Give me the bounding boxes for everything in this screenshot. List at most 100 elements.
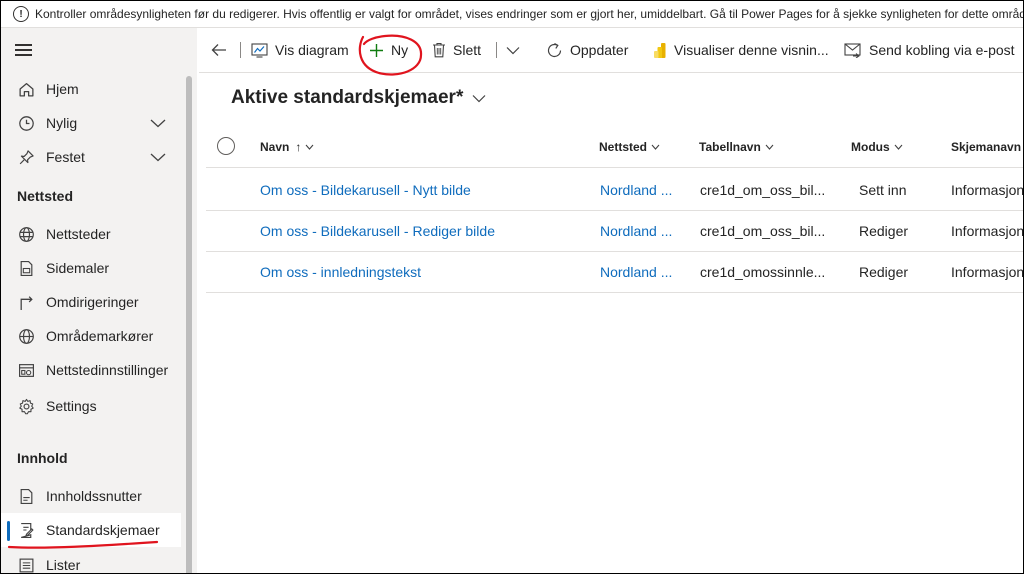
vis-diagram-button[interactable]: Vis diagram bbox=[251, 28, 349, 72]
email-link-icon bbox=[844, 42, 862, 58]
sidebar-item-label: Innholdssnutter bbox=[46, 488, 142, 504]
section-title-innhold: Innhold bbox=[17, 450, 68, 466]
column-header-label: Modus bbox=[851, 140, 890, 154]
sidebar-item-label: Nylig bbox=[46, 115, 78, 131]
sidebar-item-label: Lister bbox=[46, 557, 81, 573]
column-header-label: Navn bbox=[260, 140, 290, 154]
delete-label: Slett bbox=[453, 42, 482, 58]
notice-text: Kontroller områdesynligheten før du redi… bbox=[35, 7, 1023, 21]
sidebar-item-label: Settings bbox=[46, 398, 97, 414]
cell-skjemanavn: Informasjon bbox=[951, 222, 1023, 239]
back-button[interactable] bbox=[211, 28, 234, 72]
cell-modus: Rediger bbox=[859, 222, 909, 239]
sidebar-item-nylig[interactable]: Nylig bbox=[1, 106, 181, 140]
view-selector[interactable]: Aktive standardskjemaer* bbox=[231, 87, 486, 109]
refresh-icon bbox=[546, 42, 563, 59]
sidebar-item-festet[interactable]: Festet bbox=[1, 140, 181, 174]
grid-header: Navn ↑ Nettsted Tabellnavn Modus Skjeman… bbox=[206, 127, 1023, 168]
sidebar-item-omdirigeringer[interactable]: Omdirigeringer bbox=[1, 285, 181, 319]
sort-ascending-icon: ↑ bbox=[295, 140, 302, 154]
sidebar-item-settings[interactable]: Settings bbox=[1, 389, 181, 423]
column-header-nettsted[interactable]: Nettsted bbox=[599, 127, 660, 167]
power-bi-icon bbox=[653, 42, 667, 59]
select-all-checkbox[interactable] bbox=[217, 137, 235, 155]
pin-icon bbox=[17, 148, 35, 166]
list-icon bbox=[17, 556, 35, 573]
chevron-down-icon bbox=[506, 46, 520, 55]
sidebar-item-label: Områdemarkører bbox=[46, 328, 154, 344]
view-title: Aktive standardskjemaer* bbox=[231, 87, 464, 108]
command-bar: Vis diagram Ny Slett Oppdater Visualiser… bbox=[199, 28, 1023, 73]
new-button[interactable]: Ny bbox=[369, 28, 408, 72]
redirect-icon bbox=[17, 293, 35, 311]
page-template-icon bbox=[17, 259, 35, 277]
plus-icon bbox=[369, 43, 384, 58]
chevron-down-icon bbox=[472, 94, 486, 103]
cell-nettsted[interactable]: Nordland ... bbox=[600, 169, 690, 210]
annotation-underline bbox=[7, 540, 159, 549]
visualize-view-button[interactable]: Visualiser denne visnin... bbox=[653, 28, 829, 72]
column-header-tabellnavn[interactable]: Tabellnavn bbox=[699, 127, 774, 167]
form-icon bbox=[17, 521, 35, 539]
column-header-modus[interactable]: Modus bbox=[851, 127, 903, 167]
cell-nettsted[interactable]: Nordland ... bbox=[600, 251, 690, 292]
table-row[interactable]: Om oss - Bildekarusell - Nytt bilde Nord… bbox=[206, 169, 1023, 211]
sidebar-item-label: Nettsteder bbox=[46, 226, 111, 242]
cell-nettsted[interactable]: Nordland ... bbox=[600, 210, 690, 251]
email-link-label: Send kobling via e-post bbox=[869, 42, 1015, 58]
table-row[interactable]: Om oss - Bildekarusell - Rediger bilde N… bbox=[206, 210, 1023, 252]
site-settings-icon bbox=[17, 361, 35, 379]
sidebar-item-nettstedinnstillinger[interactable]: Nettstedinnstillinger bbox=[1, 353, 181, 387]
column-header-navn[interactable]: Navn ↑ bbox=[260, 127, 314, 167]
delete-button[interactable]: Slett bbox=[432, 28, 481, 72]
sidebar-item-label: Festet bbox=[46, 149, 85, 165]
command-separator bbox=[240, 42, 241, 58]
email-link-button[interactable]: Send kobling via e-post bbox=[844, 28, 1015, 72]
sidebar-item-label: Hjem bbox=[46, 81, 79, 97]
globe-icon bbox=[17, 225, 35, 243]
cell-navn[interactable]: Om oss - Bildekarusell - Nytt bilde bbox=[260, 169, 590, 210]
cell-navn[interactable]: Om oss - innledningstekst bbox=[260, 251, 590, 292]
sidebar-item-hjem[interactable]: Hjem bbox=[1, 72, 181, 106]
trash-icon bbox=[432, 42, 446, 58]
sidebar-item-omrademarkorer[interactable]: Områdemarkører bbox=[1, 319, 181, 353]
cell-tabellnavn: cre1d_omossinnle... bbox=[700, 263, 826, 280]
sidebar-item-nettsteder[interactable]: Nettsteder bbox=[1, 217, 181, 251]
visibility-notice-bar: ! Kontroller områdesynligheten før du re… bbox=[1, 1, 1023, 28]
chevron-down-icon[interactable] bbox=[149, 152, 167, 162]
sidebar-item-sidemaler[interactable]: Sidemaler bbox=[1, 251, 181, 285]
chevron-down-icon[interactable] bbox=[149, 118, 167, 128]
app-frame: ! Kontroller områdesynligheten før du re… bbox=[0, 0, 1024, 574]
more-commands-button[interactable] bbox=[506, 28, 527, 72]
sidebar-nav: Hjem Nylig Festet Nettsted Nettsteder Si… bbox=[1, 28, 197, 573]
chevron-down-icon bbox=[894, 144, 903, 150]
cell-tabellnavn: cre1d_om_oss_bil... bbox=[700, 181, 826, 198]
refresh-label: Oppdater bbox=[570, 42, 629, 58]
column-header-label: Tabellnavn bbox=[699, 140, 761, 154]
visualize-view-label: Visualiser denne visnin... bbox=[674, 42, 829, 58]
chevron-down-icon bbox=[651, 144, 660, 150]
snippet-icon bbox=[17, 487, 35, 505]
sidebar-scrollbar[interactable] bbox=[186, 76, 192, 573]
column-header-skjemanavn[interactable]: Skjemanavn bbox=[951, 127, 1023, 167]
info-icon: ! bbox=[13, 6, 29, 22]
clock-icon bbox=[17, 114, 35, 132]
chevron-down-icon bbox=[765, 144, 774, 150]
cell-navn[interactable]: Om oss - Bildekarusell - Rediger bilde bbox=[260, 210, 590, 251]
sidebar-item-label: Sidemaler bbox=[46, 260, 110, 276]
column-header-label: Skjemanavn bbox=[951, 140, 1022, 154]
column-header-label: Nettsted bbox=[599, 140, 648, 154]
hamburger-menu-icon[interactable] bbox=[15, 42, 33, 56]
cell-tabellnavn: cre1d_om_oss_bil... bbox=[700, 222, 826, 239]
sidebar-item-innholdssnutter[interactable]: Innholdssnutter bbox=[1, 479, 181, 513]
sidebar-item-label: Omdirigeringer bbox=[46, 294, 139, 310]
table-row[interactable]: Om oss - innledningstekst Nordland ... c… bbox=[206, 251, 1023, 293]
refresh-button[interactable]: Oppdater bbox=[546, 28, 628, 72]
back-arrow-icon bbox=[211, 43, 227, 57]
home-icon bbox=[17, 80, 35, 98]
sidebar-item-label: Nettstedinnstillinger bbox=[46, 362, 169, 378]
command-separator bbox=[496, 42, 497, 58]
gear-icon bbox=[17, 397, 35, 415]
cell-skjemanavn: Informasjon bbox=[951, 263, 1023, 280]
cell-modus: Rediger bbox=[859, 263, 909, 280]
